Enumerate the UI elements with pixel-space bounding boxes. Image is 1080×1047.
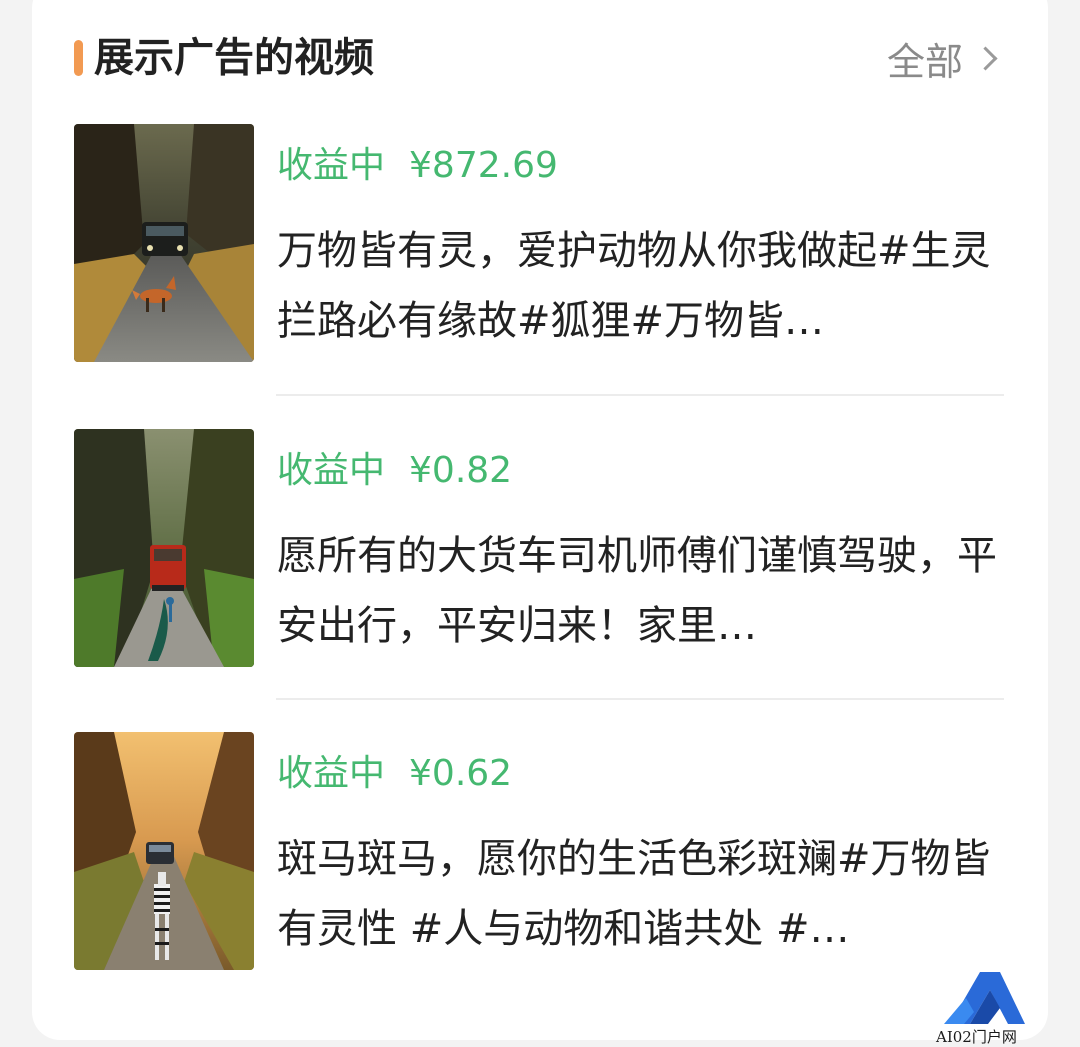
video-thumbnail[interactable] [74, 124, 254, 362]
earning-status-label: 收益中 [277, 450, 386, 491]
video-list-item[interactable]: 收益中 ¥0.62 斑马斑马，愿你的生活色彩斑斓#万物皆有灵性 #人与动物和谐共处… [74, 732, 1004, 972]
earning-status: 收益中 ¥0.62 [277, 750, 512, 798]
video-description: 斑马斑马，愿你的生活色彩斑斓#万物皆有灵性 #人与动物和谐共处 #… [277, 836, 991, 952]
earning-amount: ¥872.69 [409, 145, 558, 186]
earning-status-label: 收益中 [277, 753, 386, 794]
view-all-button[interactable]: 全部 [887, 30, 1002, 86]
video-thumbnail[interactable] [74, 429, 254, 667]
video-list-item[interactable]: 收益中 ¥872.69 万物皆有灵，爱护动物从你我做起#生灵拦路必有缘故#狐狸#万… [74, 124, 1004, 364]
zebra-thumbnail-image [74, 732, 254, 970]
video-thumbnail[interactable] [74, 732, 254, 970]
video-list-item[interactable]: 收益中 ¥0.82 愿所有的大货车司机师傅们谨慎驾驶，平安出行，平安归来！家里… [74, 429, 1004, 669]
section-accent-bar [74, 40, 83, 76]
list-divider [276, 698, 1004, 700]
fox-thumbnail-image [74, 124, 254, 362]
earning-status: 收益中 ¥872.69 [277, 142, 558, 190]
watermark-text: AI02门户网 [936, 1028, 1017, 1046]
chevron-right-icon [973, 45, 998, 71]
watermark: AI02门户网 [930, 968, 1040, 1046]
video-description: 万物皆有灵，爱护动物从你我做起#生灵拦路必有缘故#狐狸#万物皆… [277, 228, 991, 344]
watermark-logo-icon [944, 972, 1025, 1024]
view-all-label: 全部 [886, 39, 963, 84]
list-divider [276, 394, 1004, 396]
section-header: 展示广告的视频 全部 [74, 30, 1004, 86]
video-description: 愿所有的大货车司机师傅们谨慎驾驶，平安出行，平安归来！家里… [277, 533, 997, 649]
earning-status-label: 收益中 [277, 145, 386, 186]
earning-amount: ¥0.82 [409, 450, 513, 491]
section-title: 展示广告的视频 [94, 35, 374, 81]
peacock-thumbnail-image [74, 429, 254, 667]
earning-amount: ¥0.62 [409, 753, 513, 794]
earning-status: 收益中 ¥0.82 [277, 447, 512, 495]
